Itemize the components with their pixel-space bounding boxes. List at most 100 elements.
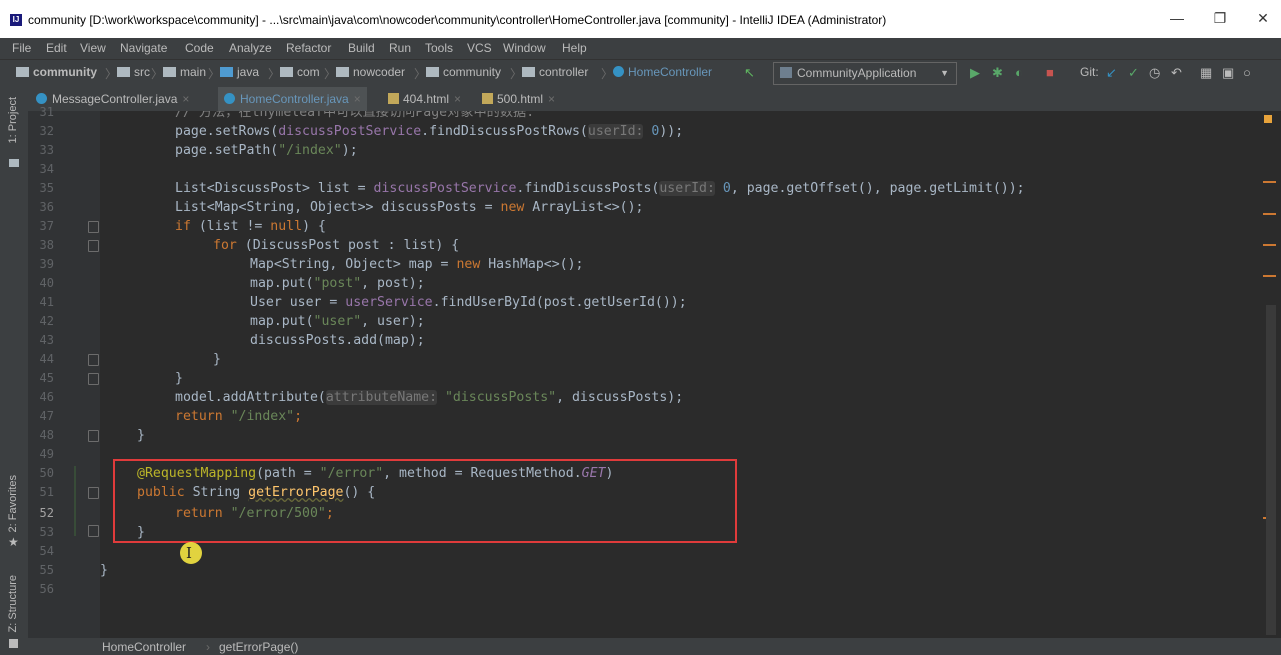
line-number: 56 (39, 582, 54, 596)
line-number: 41 (39, 295, 54, 309)
class-icon (613, 66, 624, 77)
html-file-icon (482, 93, 493, 104)
status-crumb-class[interactable]: HomeController (102, 640, 186, 654)
fold-marker-icon[interactable] (88, 354, 99, 366)
error-stripe-mark[interactable] (1263, 275, 1276, 277)
dropdown-arrow-icon: ▼ (940, 68, 949, 78)
menu-file[interactable]: File (12, 41, 31, 55)
git-update-icon[interactable]: ↙ (1106, 65, 1117, 81)
project-structure-icon[interactable]: ▦ (1200, 65, 1212, 81)
tool-window-structure[interactable]: Z: Structure (7, 575, 19, 632)
revert-icon[interactable]: ↶ (1171, 65, 1182, 81)
menu-tools[interactable]: Tools (425, 41, 453, 55)
code-line-45: } (175, 371, 183, 386)
run-configuration-select[interactable]: CommunityApplication ▼ (773, 62, 957, 85)
fold-marker-icon[interactable] (88, 373, 99, 385)
breadcrumb-community-pkg[interactable]: community (426, 65, 501, 79)
menu-help[interactable]: Help (562, 41, 587, 55)
code-line-55: } (100, 563, 108, 578)
tool-window-project[interactable]: 1: Project (7, 97, 19, 143)
close-tab-icon[interactable]: × (454, 92, 461, 106)
tab-404-html[interactable]: 404.html × (388, 87, 461, 111)
line-number: 35 (39, 181, 54, 195)
coverage-icon[interactable]: ◐ (1015, 65, 1023, 80)
chevron-right-icon: 〉 (324, 67, 337, 81)
code-editor[interactable]: // 方法，在thymeleaf中可以直接访问Page对象中的数据. page.… (100, 111, 1253, 638)
breadcrumb-nowcoder[interactable]: nowcoder (336, 65, 405, 79)
menu-run[interactable]: Run (389, 41, 411, 55)
git-label: Git: (1080, 65, 1099, 79)
fold-marker-icon[interactable] (88, 240, 99, 252)
debug-icon[interactable]: ✱ (992, 65, 1003, 81)
editor-tab-bar: MessageController.java × HomeController.j… (28, 87, 1281, 112)
menu-view[interactable]: View (80, 41, 106, 55)
breadcrumb-community[interactable]: community (16, 65, 97, 79)
breadcrumb-homecontroller[interactable]: HomeController (613, 65, 712, 79)
run-icon[interactable]: ▶ (970, 65, 980, 81)
menu-refactor[interactable]: Refactor (286, 41, 331, 55)
menu-vcs[interactable]: VCS (467, 41, 492, 55)
fold-marker-icon[interactable] (88, 525, 99, 537)
breadcrumb-controller[interactable]: controller (522, 65, 588, 79)
line-number: 33 (39, 143, 54, 157)
line-number: 40 (39, 276, 54, 290)
star-icon: ★ (8, 535, 19, 549)
menu-analyze[interactable]: Analyze (229, 41, 272, 55)
menu-build[interactable]: Build (348, 41, 375, 55)
chevron-right-icon: 〉 (208, 67, 221, 81)
line-number: 48 (39, 428, 54, 442)
tab-homecontroller[interactable]: HomeController.java × (218, 87, 367, 111)
tab-messagecontroller[interactable]: MessageController.java × (36, 87, 189, 111)
error-stripe-mark[interactable] (1263, 213, 1276, 215)
close-tab-icon[interactable]: × (354, 92, 361, 106)
line-number: 32 (39, 124, 54, 138)
minimize-button[interactable]: — (1162, 6, 1192, 30)
breadcrumb-java[interactable]: java (220, 65, 259, 79)
menu-edit[interactable]: Edit (46, 41, 67, 55)
menu-navigate[interactable]: Navigate (120, 41, 167, 55)
breadcrumb-main[interactable]: main (163, 65, 206, 79)
fold-marker-icon[interactable] (88, 430, 99, 442)
fold-marker-icon[interactable] (88, 221, 99, 233)
warning-icon[interactable] (1264, 115, 1272, 123)
chevron-right-icon: 〉 (414, 67, 427, 81)
line-number-gutter: 31 32 33 34 35 36 37 38 39 40 41 42 43 4… (28, 105, 100, 638)
line-number: 54 (39, 544, 54, 558)
close-tab-icon[interactable]: × (548, 92, 555, 106)
back-arrow-icon[interactable]: ↖ (744, 65, 755, 81)
code-line-41: User user = userService.findUserById(pos… (250, 295, 687, 310)
breadcrumb-com[interactable]: com (280, 65, 320, 79)
structure-icon (9, 639, 18, 648)
chevron-right-icon: 〉 (601, 67, 614, 81)
line-number: 45 (39, 371, 54, 385)
scrollbar-thumb[interactable] (1266, 305, 1276, 635)
close-button[interactable]: ✕ (1248, 6, 1278, 30)
line-number: 55 (39, 563, 54, 577)
error-stripe-mark[interactable] (1263, 181, 1276, 183)
window-title: community [D:\work\workspace\community] … (28, 13, 887, 27)
menu-window[interactable]: Window (503, 41, 546, 55)
chevron-right-icon: 〉 (268, 67, 281, 81)
status-crumb-method[interactable]: getErrorPage() (219, 640, 298, 654)
close-tab-icon[interactable]: × (182, 92, 189, 106)
tab-500-html[interactable]: 500.html × (482, 87, 555, 111)
breadcrumb-src[interactable]: src (117, 65, 150, 79)
line-number: 53 (39, 525, 54, 539)
terminal-icon[interactable]: ▣ (1222, 65, 1234, 81)
search-everywhere-icon[interactable]: ○ (1243, 65, 1251, 80)
left-tool-strip: 1: Project 2: Favorites ★ Z: Structure (0, 87, 29, 655)
chevron-right-icon: 〉 (151, 67, 164, 81)
fold-marker-icon[interactable] (88, 487, 99, 499)
restore-button[interactable]: ❐ (1205, 6, 1235, 30)
chevron-right-icon: 〉 (105, 67, 118, 81)
stop-icon[interactable]: ■ (1046, 65, 1054, 80)
menu-code[interactable]: Code (185, 41, 214, 55)
line-number: 37 (39, 219, 54, 233)
folder-icon (117, 67, 130, 77)
project-folder-icon (16, 67, 29, 77)
code-line-31: // 方法，在thymeleaf中可以直接访问Page对象中的数据. (175, 111, 535, 120)
tool-window-favorites[interactable]: 2: Favorites (7, 475, 19, 532)
git-commit-icon[interactable]: ✓ (1128, 65, 1139, 81)
error-stripe-mark[interactable] (1263, 244, 1276, 246)
history-icon[interactable]: ◷ (1149, 65, 1160, 81)
